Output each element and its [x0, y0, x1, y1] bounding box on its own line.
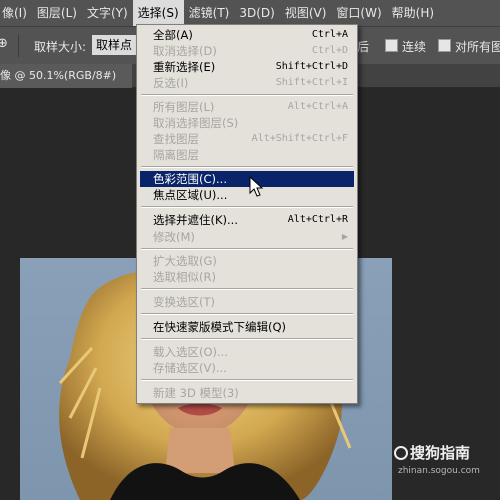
menu-item-quick-mask[interactable]: 在快速蒙版模式下编辑(Q)	[140, 319, 354, 335]
menu-view[interactable]: 视图(V)	[280, 0, 332, 26]
menu-item-reselect[interactable]: 重新选择(E) Shift+Ctrl+D	[140, 59, 354, 75]
menu-item-save-selection[interactable]: 存储选区(V)...	[140, 360, 354, 376]
menu-item-deselect[interactable]: 取消选择(D) Ctrl+D	[140, 43, 354, 59]
menu-item-find-layers[interactable]: 查找图层 Alt+Shift+Ctrl+F	[140, 131, 354, 147]
sample-size-dropdown[interactable]: 取样点	[92, 35, 140, 55]
divider	[18, 35, 19, 57]
sample-size-label: 取样大小:	[34, 40, 87, 54]
contiguous-label: 连续	[402, 40, 427, 54]
menu-item-select-and-mask[interactable]: 选择并遮住(K)... Alt+Ctrl+R	[140, 212, 354, 228]
menu-item-deselect-layers[interactable]: 取消选择图层(S)	[140, 115, 354, 131]
menu-image[interactable]: 像(I)	[0, 0, 32, 26]
menu-separator	[141, 379, 353, 381]
eyedropper-tool-icon[interactable]: ⊕	[0, 36, 8, 51]
watermark-brand: 搜狗指南	[394, 442, 470, 463]
sample-partial-text: 后	[357, 40, 370, 54]
menu-bar: 像(I) 图层(L) 文字(Y) 选择(S) 滤镜(T) 3D(D) 视图(V)…	[0, 0, 500, 26]
menu-separator	[141, 288, 353, 290]
menu-item-isolate-layers[interactable]: 隔离图层	[140, 147, 354, 163]
menu-item-modify[interactable]: 修改(M) ▶	[140, 229, 354, 245]
menu-window[interactable]: 窗口(W)	[331, 0, 386, 26]
menu-item-new-3d-model[interactable]: 新建 3D 模型(3)	[140, 385, 354, 401]
menu-3d[interactable]: 3D(D)	[234, 0, 279, 26]
all-layers-checkbox[interactable]	[438, 39, 451, 52]
menu-separator	[141, 338, 353, 340]
menu-item-load-selection[interactable]: 载入选区(O)...	[140, 344, 354, 360]
menu-item-inverse[interactable]: 反选(I) Shift+Ctrl+I	[140, 75, 354, 91]
menu-item-similar[interactable]: 选取相似(R)	[140, 269, 354, 285]
menu-item-transform-selection[interactable]: 变换选区(T)	[140, 294, 354, 310]
menu-layer[interactable]: 图层(L)	[32, 0, 82, 26]
mouse-cursor-icon	[249, 176, 264, 197]
menu-type[interactable]: 文字(Y)	[82, 0, 133, 26]
menu-separator	[141, 313, 353, 315]
menu-item-all-layers[interactable]: 所有图层(L) Alt+Ctrl+A	[140, 99, 354, 115]
document-tab-title: 像 @ 50.1%(RGB/8#)	[0, 69, 117, 82]
menu-separator	[141, 94, 353, 96]
menu-select[interactable]: 选择(S)	[132, 0, 184, 26]
submenu-arrow-icon: ▶	[341, 232, 348, 241]
menu-item-all[interactable]: 全部(A) Ctrl+A	[140, 27, 354, 43]
menu-separator	[141, 206, 353, 208]
menu-item-focus-area[interactable]: 焦点区域(U)...	[140, 187, 354, 203]
select-menu-dropdown: 全部(A) Ctrl+A 取消选择(D) Ctrl+D 重新选择(E) Shif…	[136, 24, 358, 404]
menu-separator	[141, 248, 353, 250]
contiguous-checkbox[interactable]	[385, 39, 398, 52]
menu-separator	[141, 166, 353, 168]
menu-item-color-range[interactable]: 色彩范围(C)...	[140, 171, 354, 187]
all-layers-label: 对所有图	[455, 40, 500, 54]
menu-help[interactable]: 帮助(H)	[387, 0, 439, 26]
sogou-logo-icon	[394, 446, 408, 460]
menu-item-grow[interactable]: 扩大选取(G)	[140, 253, 354, 269]
menu-filter[interactable]: 滤镜(T)	[184, 0, 235, 26]
watermark-url: zhinan.sogou.com	[398, 466, 480, 476]
document-tab[interactable]: 像 @ 50.1%(RGB/8#)	[0, 64, 132, 88]
